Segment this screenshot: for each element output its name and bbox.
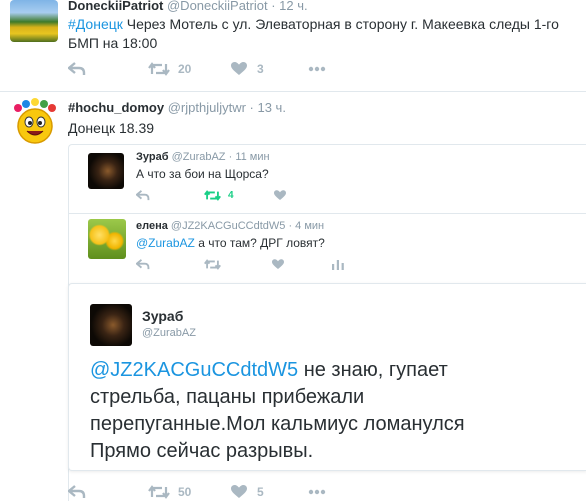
retweet-icon (204, 259, 221, 270)
reply-button[interactable] (68, 62, 148, 76)
heart-icon (272, 259, 284, 269)
quoted-tweet-zurab[interactable]: Зураб @ZurabAZ @JZ2KACGuCCdtdW5 не знаю,… (68, 283, 586, 471)
author-handle[interactable]: @JZ2KACGuCCdtdW5 (171, 220, 285, 232)
author-name[interactable]: елена (136, 220, 168, 232)
more-button[interactable] (308, 66, 326, 72)
tweet-text: Донецк 18.39 (68, 120, 155, 136)
more-icon (308, 66, 326, 72)
like-button[interactable]: 5 (231, 485, 308, 499)
retweet-count: 20 (178, 62, 192, 76)
like-count: 5 (257, 485, 264, 499)
retweet-button[interactable]: 50 (148, 485, 231, 499)
heart-icon (231, 62, 247, 75)
reply-button[interactable] (136, 190, 204, 201)
tweet-hochu-domoy[interactable]: #hochu_domoy @rjpthjuljytwr · 13 ч. Доне… (0, 92, 586, 501)
heart-icon (231, 485, 247, 498)
like-count: 3 (257, 62, 264, 76)
avatar[interactable] (90, 304, 132, 346)
timestamp[interactable]: · 13 ч. (250, 100, 286, 115)
more-button[interactable] (308, 489, 326, 495)
reply-icon (136, 259, 150, 270)
analytics-button[interactable] (332, 259, 344, 270)
smiley-avatar-icon (14, 98, 56, 144)
retweet-icon (204, 190, 221, 201)
retweet-button[interactable]: 4 (204, 190, 274, 201)
hashtag-link[interactable]: #Донецк (68, 16, 123, 32)
more-icon (308, 489, 326, 495)
avatar[interactable] (10, 98, 60, 146)
conversation-card[interactable]: Зураб @ZurabAZ · 11 мин А что за бои на … (68, 144, 586, 501)
author-name[interactable]: DoneckiiPatriot (68, 0, 163, 13)
like-button[interactable] (272, 259, 332, 270)
reply-icon (68, 62, 86, 75)
author-name[interactable]: Зураб (136, 151, 169, 163)
mention-link[interactable]: @JZ2KACGuCCdtdW5 (90, 359, 298, 381)
avatar[interactable] (88, 153, 124, 189)
retweet-icon (148, 485, 170, 499)
reply-icon (68, 485, 86, 498)
retweet-count: 50 (178, 485, 192, 499)
retweet-button[interactable]: 20 (148, 62, 231, 76)
reply-icon (136, 190, 150, 201)
reply-text: А что за бои на Щорса? (136, 167, 269, 181)
mention-link[interactable]: @ZurabAZ (136, 236, 195, 250)
author-handle[interactable]: @rjpthjuljytwr (168, 100, 246, 115)
retweet-button[interactable] (204, 259, 272, 270)
reply-button[interactable] (136, 259, 204, 270)
author-name[interactable]: #hochu_domoy (68, 100, 164, 115)
reply-text: @ZurabAZ а что там? ДРГ ловят? (136, 236, 325, 250)
tweet-text: #Донецк Через Мотель с ул. Элеваторная в… (68, 15, 573, 53)
reply-elena[interactable]: елена @JZ2KACGuCCdtdW5 · 4 мин @ZurabAZ … (69, 214, 586, 279)
reply-zurab[interactable]: Зураб @ZurabAZ · 11 мин А что за бои на … (69, 145, 586, 210)
reply-body: а что там? ДРГ ловят? (194, 236, 325, 250)
retweet-count: 4 (228, 190, 234, 201)
like-button[interactable] (274, 190, 286, 201)
avatar[interactable] (88, 219, 126, 259)
timestamp[interactable]: · 12 ч. (271, 0, 307, 13)
tweet-body: Через Мотель с ул. Элеваторная в сторону… (68, 16, 559, 51)
tweet-text: @JZ2KACGuCCdtdW5 не знаю, гупает стрельб… (90, 357, 530, 465)
author-handle[interactable]: @ZurabAZ (172, 151, 226, 163)
heart-icon (274, 190, 286, 200)
author-handle[interactable]: @DoneckiiPatriot (167, 0, 268, 13)
timestamp[interactable]: · 11 мин (229, 151, 270, 163)
reply-button[interactable] (68, 485, 148, 499)
like-button[interactable]: 3 (231, 62, 308, 76)
timestamp[interactable]: · 4 мин (288, 220, 324, 232)
author-name[interactable]: Зураб (142, 308, 183, 324)
author-handle[interactable]: @ZurabAZ (142, 327, 196, 339)
tweet-doneckii[interactable]: DoneckiiPatriot @DoneckiiPatriot · 12 ч.… (0, 0, 586, 90)
retweet-icon (148, 62, 170, 76)
analytics-icon (332, 260, 344, 270)
avatar[interactable] (10, 0, 58, 42)
